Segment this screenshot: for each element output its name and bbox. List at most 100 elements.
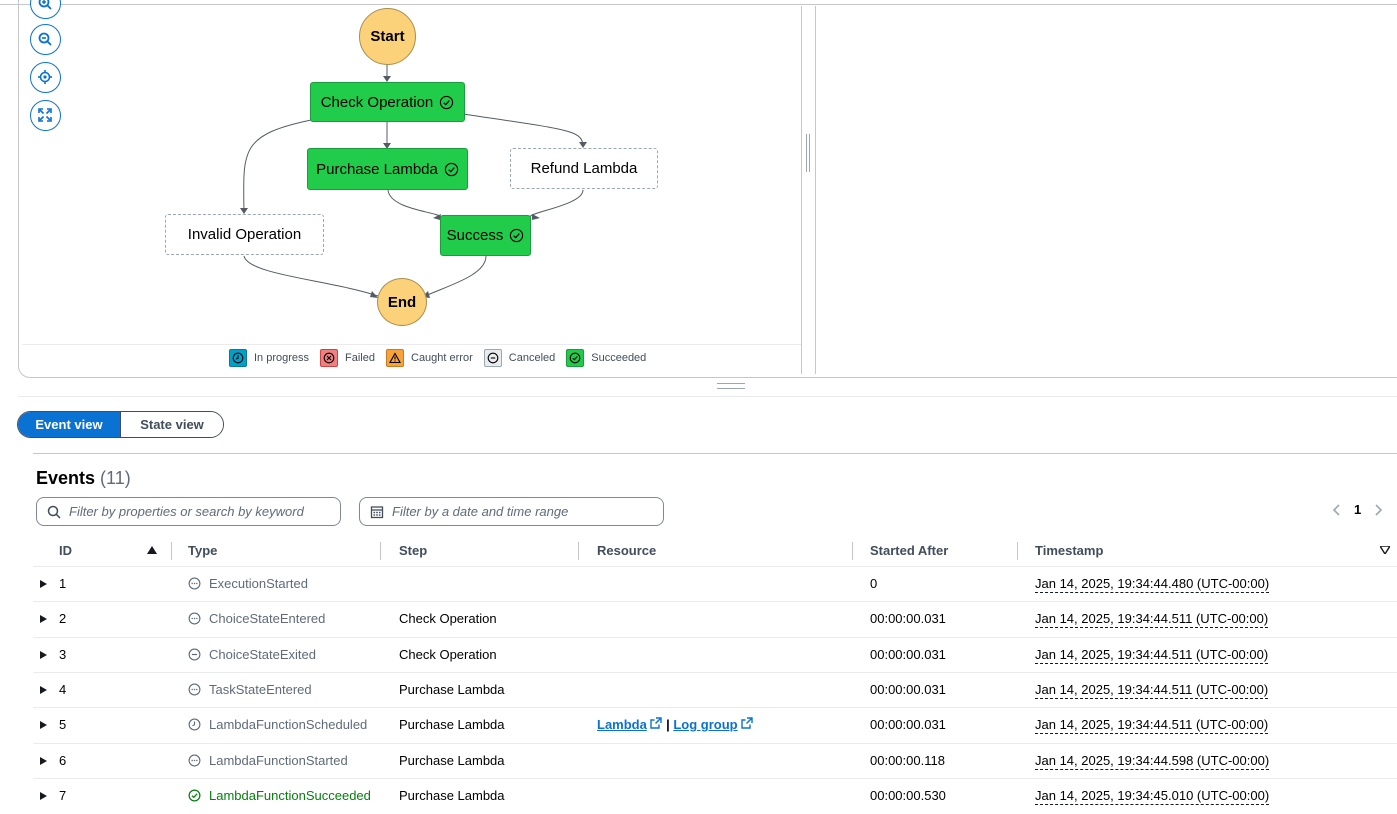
table-row[interactable]: 2 ChoiceStateEntered Check Operation 00:00:… [33, 601, 1397, 637]
external-link-icon [650, 717, 663, 729]
event-type: ChoiceStateExited [188, 647, 316, 662]
details-divider [815, 6, 816, 374]
col-step[interactable]: Step [399, 543, 427, 558]
table-row[interactable]: 6 LambdaFunctionStarted Purchase Lambda 00:… [33, 743, 1397, 779]
event-timestamp[interactable]: Jan 14, 2025, 19:34:44.511 (UTC-00:00) [1035, 611, 1269, 628]
external-link-icon [741, 717, 753, 729]
link-separator: | [666, 717, 670, 732]
state-end[interactable]: End [377, 278, 427, 326]
legend-canceled: Canceled [483, 349, 556, 367]
legend-failed: Failed [320, 349, 375, 367]
legend-label: Canceled [508, 352, 556, 364]
event-type-label: ChoiceStateExited [209, 647, 316, 662]
state-purchase-lambda[interactable]: Purchase Lambda [307, 148, 468, 190]
column-menu-icon[interactable] [1380, 546, 1390, 554]
column-divider [171, 542, 172, 560]
event-timestamp[interactable]: Jan 14, 2025, 19:34:44.511 (UTC-00:00) [1035, 682, 1269, 699]
state-success[interactable]: Success [440, 215, 531, 256]
sort-ascending-icon[interactable] [147, 546, 157, 554]
col-resource[interactable]: Resource [597, 543, 656, 558]
column-divider [578, 542, 579, 560]
event-step: Purchase Lambda [399, 717, 505, 732]
page-number[interactable]: 1 [1354, 502, 1361, 517]
table-row[interactable]: 3 ChoiceStateExited Check Operation 00:00:0… [33, 637, 1397, 673]
state-label: Refund Lambda [530, 160, 638, 177]
event-step: Purchase Lambda [399, 753, 505, 768]
event-step: Purchase Lambda [399, 682, 505, 697]
event-started-after: 00:00:00.031 [870, 717, 946, 732]
event-type: LambdaFunctionStarted [188, 753, 348, 768]
check-circle-icon [566, 349, 585, 367]
event-started-after: 00:00:00.118 [870, 753, 945, 768]
chevron-left-icon[interactable] [1332, 503, 1342, 517]
horizontal-resize-handle[interactable] [717, 383, 745, 389]
event-timestamp[interactable]: Jan 14, 2025, 19:34:44.511 (UTC-00:00) [1035, 647, 1269, 664]
table-row[interactable]: 5 LambdaFunctionScheduled Purchase Lambda L… [33, 707, 1397, 743]
event-started-after: 00:00:00.530 [870, 788, 946, 803]
legend-label: Caught error [411, 352, 473, 364]
table-row[interactable]: 4 TaskStateEntered Purchase Lambda 00:00:00… [33, 672, 1397, 708]
date-range-input[interactable]: Filter by a date and time range [359, 497, 664, 526]
log-group-link[interactable]: Log group [673, 717, 737, 732]
event-id: 7 [59, 788, 67, 803]
expand-caret-icon[interactable] [40, 792, 47, 800]
col-type[interactable]: Type [188, 543, 217, 558]
x-circle-icon [320, 349, 339, 367]
event-type-label: ExecutionStarted [209, 576, 309, 591]
events-container-border [33, 453, 1397, 454]
state-label: Success [446, 227, 504, 244]
table-row[interactable]: 7 LambdaFunctionSucceeded Purchase Lambda 0… [33, 778, 1397, 814]
state-start[interactable]: Start [359, 8, 416, 65]
event-id: 6 [59, 753, 67, 768]
legend-in-progress: In progress [229, 349, 309, 367]
legend-label: Failed [345, 352, 375, 364]
lambda-link[interactable]: Lambda [597, 717, 647, 732]
event-id: 4 [59, 682, 67, 697]
state-check-operation[interactable]: Check Operation [310, 82, 465, 122]
legend-label: Succeeded [591, 352, 647, 364]
splitter-line [18, 396, 1397, 397]
state-refund-lambda[interactable]: Refund Lambda [510, 148, 658, 189]
calendar-icon [370, 505, 384, 518]
ellipsis-circle-icon [188, 683, 205, 696]
column-divider [852, 542, 853, 560]
col-timestamp[interactable]: Timestamp [1035, 543, 1103, 558]
event-timestamp[interactable]: Jan 14, 2025, 19:34:45.010 (UTC-00:00) [1035, 788, 1270, 805]
column-divider [1017, 542, 1018, 560]
minus-circle-icon [483, 349, 502, 367]
events-title: Events [36, 468, 96, 488]
state-view-button[interactable]: State view [120, 412, 223, 437]
table-row[interactable]: 1 ExecutionStarted 0 Jan 14, 2025, 19:34:44… [33, 566, 1397, 602]
clock-icon [188, 718, 205, 731]
col-id[interactable]: ID [59, 543, 72, 558]
search-placeholder: Filter by properties or search by keywor… [69, 504, 304, 519]
state-invalid-operation[interactable]: Invalid Operation [165, 214, 324, 255]
expand-caret-icon[interactable] [40, 615, 47, 623]
legend-divider [22, 344, 801, 345]
expand-caret-icon[interactable] [40, 721, 47, 729]
event-type: LambdaFunctionSucceeded [188, 788, 371, 803]
ellipsis-circle-icon [188, 577, 205, 590]
expand-caret-icon[interactable] [40, 651, 47, 659]
chevron-right-icon[interactable] [1373, 503, 1383, 517]
event-timestamp[interactable]: Jan 14, 2025, 19:34:44.598 (UTC-00:00) [1035, 753, 1270, 770]
event-type-label: TaskStateEntered [209, 682, 312, 697]
expand-caret-icon[interactable] [40, 686, 47, 694]
expand-caret-icon[interactable] [40, 757, 47, 765]
check-circle-icon [444, 162, 459, 176]
event-type-label: LambdaFunctionStarted [209, 753, 348, 768]
event-id: 3 [59, 647, 67, 662]
col-started-after[interactable]: Started After [870, 543, 948, 558]
search-input[interactable]: Filter by properties or search by keywor… [36, 497, 341, 526]
column-divider [380, 542, 381, 560]
event-type: ChoiceStateEntered [188, 611, 325, 626]
event-timestamp[interactable]: Jan 14, 2025, 19:34:44.480 (UTC-00:00) [1035, 576, 1270, 593]
event-step: Purchase Lambda [399, 788, 505, 803]
event-timestamp[interactable]: Jan 14, 2025, 19:34:44.511 (UTC-00:00) [1035, 717, 1269, 734]
event-started-after: 00:00:00.031 [870, 611, 946, 626]
events-table-header: ID Type Step Resource Started After Time… [33, 540, 1397, 564]
expand-caret-icon[interactable] [40, 580, 47, 588]
check-circle-icon [510, 228, 524, 243]
event-view-button[interactable]: Event view [18, 412, 120, 437]
event-type: TaskStateEntered [188, 682, 312, 697]
